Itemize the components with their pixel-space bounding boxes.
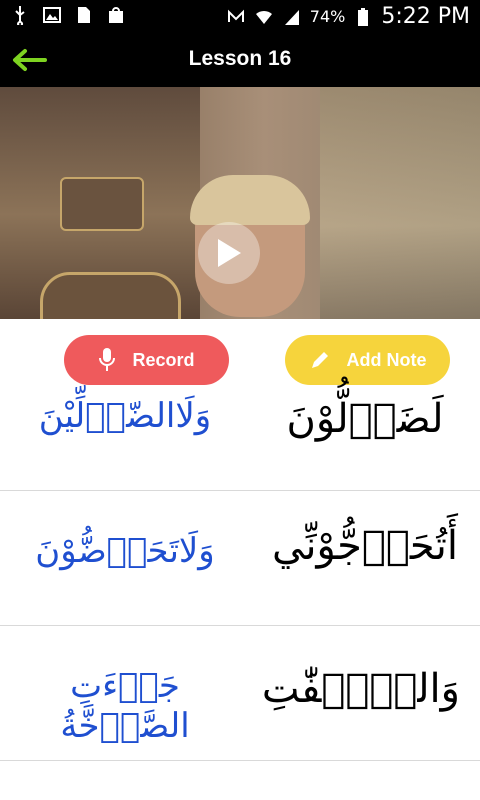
app-bar: Lesson 16 xyxy=(0,33,480,87)
file-icon xyxy=(78,7,90,23)
notification-icons xyxy=(10,5,126,25)
battery-icon xyxy=(358,7,369,26)
record-label: Record xyxy=(132,349,195,370)
word-left: وَلَاالضّاۤلِّيْنَ xyxy=(38,396,212,436)
usb-icon xyxy=(15,6,25,25)
signal-icon xyxy=(284,9,299,25)
record-button[interactable]: Record xyxy=(64,335,229,385)
word-row[interactable]: وَلَاتَحَاۤضُّوْنَ أَتُحَاۤجُّوْنِّي xyxy=(0,491,480,626)
video-plaque-decor xyxy=(40,272,181,319)
add-note-label: Add Note xyxy=(346,349,427,370)
play-button[interactable] xyxy=(198,222,260,284)
video-frame-decor xyxy=(60,177,144,231)
word-right: أَتُحَاۤجُّوْنِّي xyxy=(272,523,458,569)
page-title: Lesson 16 xyxy=(188,47,292,70)
battery-percent: 74% xyxy=(309,7,346,26)
image-icon xyxy=(43,7,61,23)
status-bar: 74% 5:22 PM xyxy=(0,0,480,33)
word-left: جَاۤءَتِ الصَّاۤخَّةُ xyxy=(60,666,190,746)
system-status: 74% 5:22 PM xyxy=(226,4,470,29)
wifi-icon xyxy=(255,10,272,24)
word-right: وَالصّٰۤفّٰتِ xyxy=(261,666,460,712)
word-row[interactable]: جَاۤءَتِ الصَّاۤخَّةُ وَالصّٰۤفّٰتِ xyxy=(0,626,480,761)
add-note-button[interactable]: Add Note xyxy=(285,335,450,385)
lesson-video[interactable] xyxy=(0,87,480,319)
word-row[interactable] xyxy=(0,761,480,800)
play-icon xyxy=(218,239,241,267)
video-person-cap xyxy=(190,175,310,225)
nfc-icon xyxy=(227,9,244,22)
pencil-icon xyxy=(311,352,328,368)
word-left: وَلَاتَحَاۤضُّوْنَ xyxy=(35,531,215,571)
word-row[interactable]: وَلَاالضّاۤلِّيْنَ لَضَاۤلُّوْنَ xyxy=(0,392,480,491)
video-light xyxy=(320,87,480,319)
word-right: لَضَاۤلُّوْنَ xyxy=(286,396,444,442)
mic-icon xyxy=(99,348,116,371)
clock: 5:22 PM xyxy=(381,4,470,29)
store-icon xyxy=(109,7,123,23)
